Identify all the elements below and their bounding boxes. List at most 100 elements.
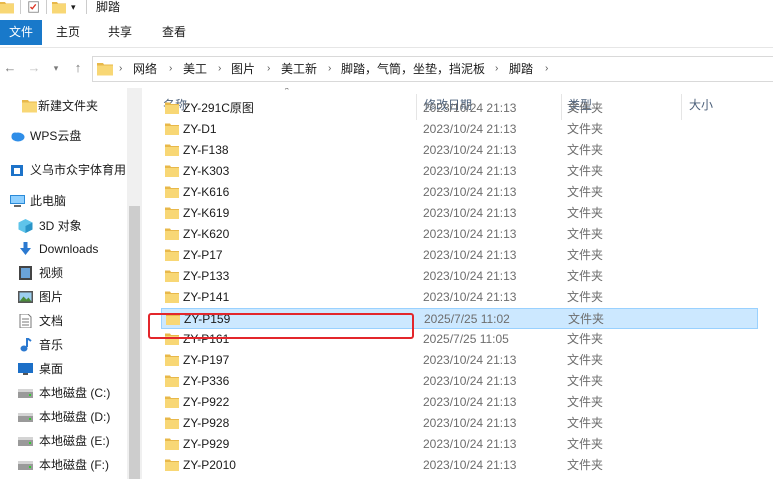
file-type: 文件夹 <box>567 227 604 241</box>
file-name: ZY-K303 <box>183 164 230 178</box>
file-row[interactable]: ZY-291C原图 2023/10/24 21:13 文件夹 <box>161 98 758 119</box>
nav-item[interactable]: 本地磁盘 (D:) <box>0 405 143 429</box>
file-type: 文件夹 <box>567 353 604 367</box>
file-row[interactable]: ZY-P928 2023/10/24 21:13 文件夹 <box>161 413 758 434</box>
file-type: 文件夹 <box>567 164 604 178</box>
breadcrumb-item[interactable]: 脚踏 <box>509 57 533 81</box>
file-row[interactable]: ZY-P922 2023/10/24 21:13 文件夹 <box>161 392 758 413</box>
box-icon <box>10 163 25 177</box>
new-folder-icon[interactable] <box>52 0 66 14</box>
file-type: 文件夹 <box>567 437 604 451</box>
nav-item-label: 桌面 <box>39 362 64 376</box>
file-name: ZY-P929 <box>183 437 230 451</box>
nav-item[interactable]: 本地磁盘 (C:) <box>0 381 143 405</box>
breadcrumb-item[interactable]: 网络 <box>133 57 157 81</box>
file-row[interactable]: ZY-F138 2023/10/24 21:13 文件夹 <box>161 140 758 161</box>
file-name: ZY-P922 <box>183 395 230 409</box>
breadcrumb-item[interactable]: 美工新 <box>281 57 317 81</box>
folder-icon <box>165 438 179 450</box>
nav-item[interactable]: 本地磁盘 (E:) <box>0 429 143 453</box>
file-name: ZY-P133 <box>183 269 230 283</box>
breadcrumb-separator[interactable]: › <box>328 57 331 81</box>
file-row[interactable]: ZY-K616 2023/10/24 21:13 文件夹 <box>161 182 758 203</box>
file-name: ZY-P336 <box>183 374 230 388</box>
up-icon[interactable]: ↑ <box>70 60 86 76</box>
nav-item[interactable]: 此电脑 <box>0 189 143 213</box>
breadcrumb-item[interactable]: 图片 <box>231 57 255 81</box>
nav-scrollbar[interactable] <box>127 88 142 479</box>
breadcrumb-separator[interactable]: › <box>218 57 221 81</box>
breadcrumb-separator[interactable]: › <box>119 57 122 81</box>
file-row[interactable]: ZY-P197 2023/10/24 21:13 文件夹 <box>161 350 758 371</box>
breadcrumb-item[interactable]: 脚踏，气筒，坐垫，挡泥板 <box>341 57 485 81</box>
file-list: ⌃ 名称 修改日期 类型 大小 ZY-291C原图2023/10/24 21:1… <box>143 88 773 479</box>
quick-access-dropdown-icon[interactable]: ▾ <box>71 0 76 14</box>
breadcrumb-item[interactable]: 美工 <box>183 57 207 81</box>
nav-scrollbar-thumb[interactable] <box>129 206 140 479</box>
file-date: 2023/10/24 21:13 <box>423 227 517 241</box>
folder-icon <box>165 186 179 198</box>
navigation-pane: 新建文件夹 WPS云盘义乌市众宇体育用此电脑 3D 对象 Downloads 视频图片文… <box>0 88 143 479</box>
breadcrumb-separator[interactable]: › <box>495 57 498 81</box>
tab-home[interactable]: 主页 <box>52 20 84 45</box>
nav-item[interactable]: 文档 <box>0 309 143 333</box>
folder-icon <box>165 123 179 135</box>
breadcrumb-separator[interactable]: › <box>169 57 172 81</box>
document-icon <box>18 313 33 329</box>
address-box[interactable]: › 网络 › 美工 › 图片 › 美工新 › 脚踏，气筒，坐垫，挡泥板 › 脚踏… <box>92 56 773 82</box>
breadcrumb-separator[interactable]: › <box>267 57 270 81</box>
file-date: 2023/10/24 21:13 <box>423 164 517 178</box>
file-row[interactable]: ZY-P133 2023/10/24 21:13 文件夹 <box>161 266 758 287</box>
properties-icon[interactable] <box>26 0 42 14</box>
file-row[interactable]: ZY-K620 2023/10/24 21:13 文件夹 <box>161 224 758 245</box>
file-type: 文件夹 <box>567 269 604 283</box>
file-name: ZY-P141 <box>183 290 230 304</box>
file-row[interactable]: ZY-P17 2023/10/24 21:13 文件夹 <box>161 245 758 266</box>
folder-icon <box>165 249 179 261</box>
breadcrumb-separator[interactable]: › <box>545 57 548 81</box>
file-row[interactable]: ZY-K303 2023/10/24 21:13 文件夹 <box>161 161 758 182</box>
history-dropdown-icon[interactable]: ▾ <box>48 60 64 76</box>
file-type: 文件夹 <box>567 374 604 388</box>
file-name: ZY-K620 <box>183 227 230 241</box>
file-row[interactable]: ZY-K619 2023/10/24 21:13 文件夹 <box>161 203 758 224</box>
nav-item[interactable]: 3D 对象 <box>0 214 143 238</box>
nav-item-label: 义乌市众宇体育用 <box>30 163 127 177</box>
file-name: ZY-291C原图 <box>183 101 254 115</box>
file-name: ZY-K616 <box>183 185 230 199</box>
file-row[interactable]: ZY-P929 2023/10/24 21:13 文件夹 <box>161 434 758 455</box>
forward-icon[interactable]: → <box>26 60 42 76</box>
folder-icon <box>165 144 179 156</box>
nav-item[interactable]: 桌面 <box>0 357 143 381</box>
back-icon[interactable]: ← <box>2 60 18 76</box>
nav-item[interactable]: 义乌市众宇体育用 <box>0 158 143 182</box>
file-row[interactable]: ZY-D1 2023/10/24 21:13 文件夹 <box>161 119 758 140</box>
nav-item[interactable]: WPS云盘 <box>0 124 143 148</box>
file-name: ZY-P928 <box>183 416 230 430</box>
desktop-icon <box>18 362 33 376</box>
file-rows: ZY-291C原图 2023/10/24 21:13 文件夹 ZY-D1 2023/10… <box>143 101 773 479</box>
file-row[interactable]: ZY-P2010 2023/10/24 21:13 文件夹 <box>161 455 758 476</box>
nav-item-label: 视频 <box>39 266 64 280</box>
file-row[interactable]: ZY-P141 2023/10/24 21:13 文件夹 <box>161 287 758 308</box>
nav-item[interactable]: Downloads <box>0 237 143 261</box>
folder-icon <box>165 165 179 177</box>
tab-share[interactable]: 共享 <box>104 20 136 45</box>
file-type: 文件夹 <box>567 290 604 304</box>
nav-item[interactable]: 音乐 <box>0 333 143 357</box>
file-row[interactable]: ZY-P336 2023/10/24 21:13 文件夹 <box>161 371 758 392</box>
file-type: 文件夹 <box>567 122 604 136</box>
file-date: 2023/10/24 21:13 <box>423 416 517 430</box>
tab-view[interactable]: 查看 <box>158 20 190 45</box>
tab-file[interactable]: 文件 <box>0 20 42 45</box>
nav-item[interactable]: 图片 <box>0 285 143 309</box>
highlight-box <box>148 313 414 339</box>
nav-item-label: 本地磁盘 (E:) <box>39 434 110 448</box>
file-date: 2023/10/24 21:13 <box>423 248 517 262</box>
nav-item[interactable]: 本地磁盘 (F:) <box>0 453 143 477</box>
file-type: 文件夹 <box>567 395 604 409</box>
address-bar: ← → ▾ ↑ › 网络 › 美工 › 图片 › 美工新 › 脚踏，气筒，坐垫，… <box>0 52 773 84</box>
file-type: 文件夹 <box>567 416 604 430</box>
nav-item[interactable]: 新建文件夹 <box>0 94 143 118</box>
nav-item[interactable]: 视频 <box>0 261 143 285</box>
